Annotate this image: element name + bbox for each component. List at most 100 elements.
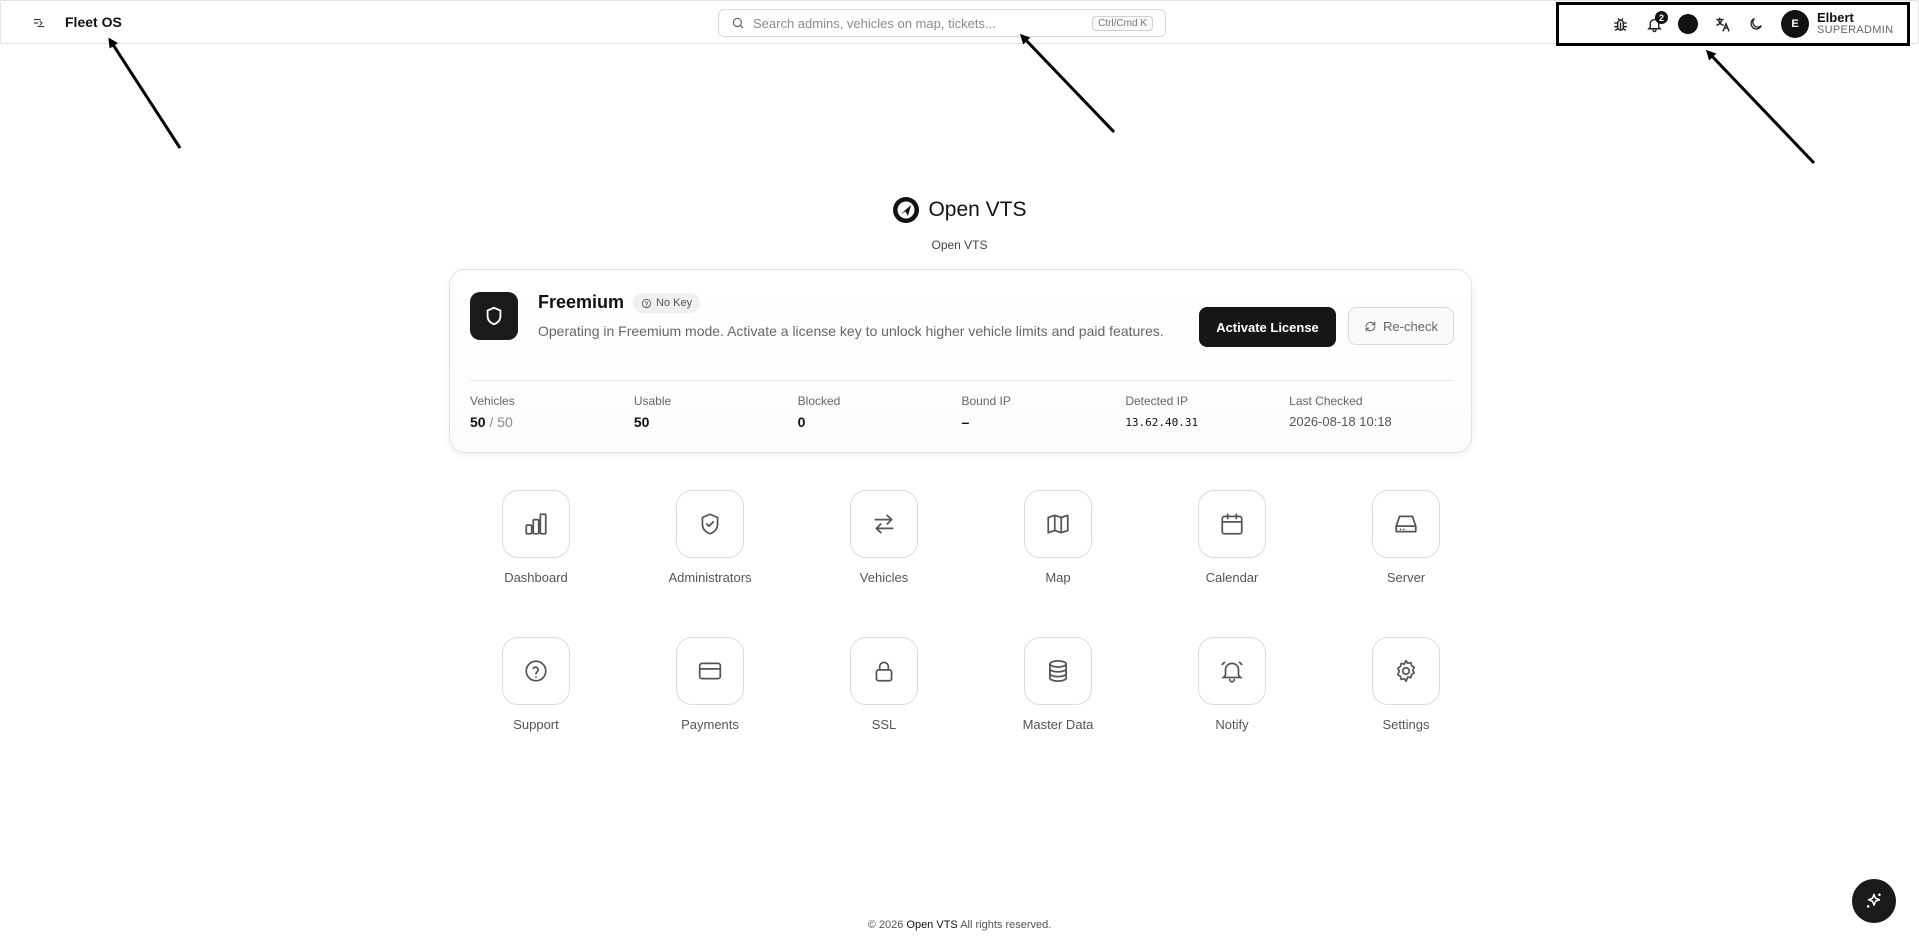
bar-chart-icon xyxy=(502,490,570,558)
app-tile-dashboard[interactable]: Dashboard xyxy=(449,490,623,585)
arrow-to-actions xyxy=(1705,49,1816,165)
app-tile-support[interactable]: Support xyxy=(449,637,623,732)
sparkles-icon xyxy=(1866,893,1881,908)
app-tile-label: Dashboard xyxy=(504,570,568,585)
stat-label: Blocked xyxy=(797,394,841,408)
stat-label: Detected IP xyxy=(1125,394,1189,408)
app-tile-server[interactable]: Server xyxy=(1319,490,1493,585)
help-circle-icon xyxy=(641,298,652,308)
recheck-label: Re-check xyxy=(1383,318,1438,334)
stat-value: 50 xyxy=(633,414,650,430)
stat-vehicles: Vehicles 50 / 50 xyxy=(470,394,634,430)
footer-rights: All rights reserved. xyxy=(960,919,1052,931)
database-icon xyxy=(1024,637,1092,705)
stat-value: 13.62.40.31 xyxy=(1125,416,1199,429)
stat-value: 50 / 50 xyxy=(470,414,634,430)
vehicles-used: 50 xyxy=(470,414,486,430)
avatar: E xyxy=(1781,10,1809,38)
recheck-button[interactable]: Re-check xyxy=(1348,307,1454,345)
search-input[interactable] xyxy=(753,15,1093,31)
lock-icon xyxy=(850,637,918,705)
footer-copyright: © 2026 xyxy=(867,919,904,931)
app-tile-label: Settings xyxy=(1382,717,1430,732)
key-status-label: No Key xyxy=(656,297,693,309)
app-tile-label: Payments xyxy=(681,717,739,732)
sidebar-toggle-icon[interactable] xyxy=(29,14,49,32)
user-role: SUPERADMIN xyxy=(1817,24,1894,37)
activate-license-button[interactable]: Activate License xyxy=(1199,307,1336,347)
license-shield xyxy=(470,292,518,340)
license-stats: Vehicles 50 / 50 Usable 50 Blocked 0 Bou… xyxy=(470,394,1453,430)
header-actions: 2 E Elbert SUPERADMIN xyxy=(1556,2,1910,46)
stat-value: 2026-08-18 10:18 xyxy=(1289,414,1392,429)
gear-icon xyxy=(1372,637,1440,705)
app-tile-label: Map xyxy=(1045,570,1071,585)
theme-color-icon xyxy=(1678,14,1698,34)
bell-ring-icon xyxy=(1198,637,1266,705)
shield-check-icon xyxy=(676,490,744,558)
app-tile-label: Vehicles xyxy=(859,570,909,585)
map-icon xyxy=(1024,490,1092,558)
app-tile-ssl[interactable]: SSL xyxy=(797,637,971,732)
stat-last-checked: Last Checked 2026-08-18 10:18 xyxy=(1289,394,1453,430)
stat-value: 0 xyxy=(797,414,806,430)
app-tile-master-data[interactable]: Master Data xyxy=(971,637,1145,732)
app-tile-label: Calendar xyxy=(1205,570,1259,585)
plan-title: Freemium xyxy=(538,292,625,312)
app-tile-label: Server xyxy=(1386,570,1426,585)
theme-color-button[interactable] xyxy=(1671,7,1705,41)
credit-card-icon xyxy=(676,637,744,705)
app-tile-notify[interactable]: Notify xyxy=(1145,637,1319,732)
search-icon xyxy=(732,17,744,29)
help-circle-icon xyxy=(502,637,570,705)
product-logo: Open VTS xyxy=(0,196,1919,224)
top-bar: Fleet OS Ctrl/Cmd K 2 E Elbert SUPERADMI… xyxy=(0,0,1919,46)
app-tile-label: Administrators xyxy=(668,570,752,585)
stat-value: – xyxy=(961,414,970,430)
calendar-icon xyxy=(1198,490,1266,558)
brand-name[interactable]: Fleet OS xyxy=(65,14,122,30)
translate-icon xyxy=(1715,16,1730,32)
moon-icon xyxy=(1750,18,1762,30)
search-shortcut-hint: Ctrl/Cmd K xyxy=(1092,15,1153,31)
notification-count-badge: 2 xyxy=(1655,11,1668,24)
vehicles-limit: / 50 xyxy=(489,414,513,430)
footer-brand-link[interactable]: Open VTS xyxy=(906,919,957,931)
user-menu[interactable]: E Elbert SUPERADMIN xyxy=(1781,10,1893,38)
logo-subtitle: Open VTS xyxy=(931,238,988,252)
app-launcher-grid: Dashboard Administrators Vehicles Map Ca… xyxy=(449,490,1472,732)
app-tile-map[interactable]: Map xyxy=(971,490,1145,585)
dark-mode-toggle[interactable] xyxy=(1739,7,1773,41)
hard-drive-icon xyxy=(1372,490,1440,558)
stat-bound-ip: Bound IP – xyxy=(961,394,1125,430)
app-tile-label: Master Data xyxy=(1022,717,1094,732)
app-tile-vehicles[interactable]: Vehicles xyxy=(797,490,971,585)
footer: © 2026 Open VTS All rights reserved. xyxy=(0,919,1919,931)
global-search[interactable]: Ctrl/Cmd K xyxy=(718,9,1166,37)
app-tile-payments[interactable]: Payments xyxy=(623,637,797,732)
app-tile-calendar[interactable]: Calendar xyxy=(1145,490,1319,585)
navigation-logo-icon xyxy=(893,197,920,223)
stat-label: Vehicles xyxy=(470,394,515,408)
assistant-button[interactable] xyxy=(1852,879,1896,923)
bug-icon[interactable] xyxy=(1603,7,1637,41)
user-name: Elbert xyxy=(1817,10,1854,26)
stat-label: Bound IP xyxy=(961,394,1011,408)
plan-description: Operating in Freemium mode. Activate a l… xyxy=(538,323,1164,339)
arrow-to-search xyxy=(1019,33,1116,134)
stat-usable: Usable 50 xyxy=(634,394,798,430)
app-tile-administrators[interactable]: Administrators xyxy=(623,490,797,585)
logo-name: Open VTS xyxy=(928,198,1027,221)
notifications-button[interactable]: 2 xyxy=(1637,7,1671,41)
license-card: Freemium No Key Operating in Freemium mo… xyxy=(449,269,1472,453)
stat-blocked: Blocked 0 xyxy=(798,394,962,430)
stat-label: Last Checked xyxy=(1289,394,1363,408)
language-button[interactable] xyxy=(1705,7,1739,41)
annotation-arrows xyxy=(108,33,1816,165)
app-tile-label: Support xyxy=(513,717,559,732)
app-tile-label: SSL xyxy=(871,717,897,732)
app-tile-settings[interactable]: Settings xyxy=(1319,637,1493,732)
stat-detected-ip: Detected IP 13.62.40.31 xyxy=(1125,394,1289,430)
arrow-to-brand xyxy=(108,37,182,149)
arrows-exchange-icon xyxy=(850,490,918,558)
